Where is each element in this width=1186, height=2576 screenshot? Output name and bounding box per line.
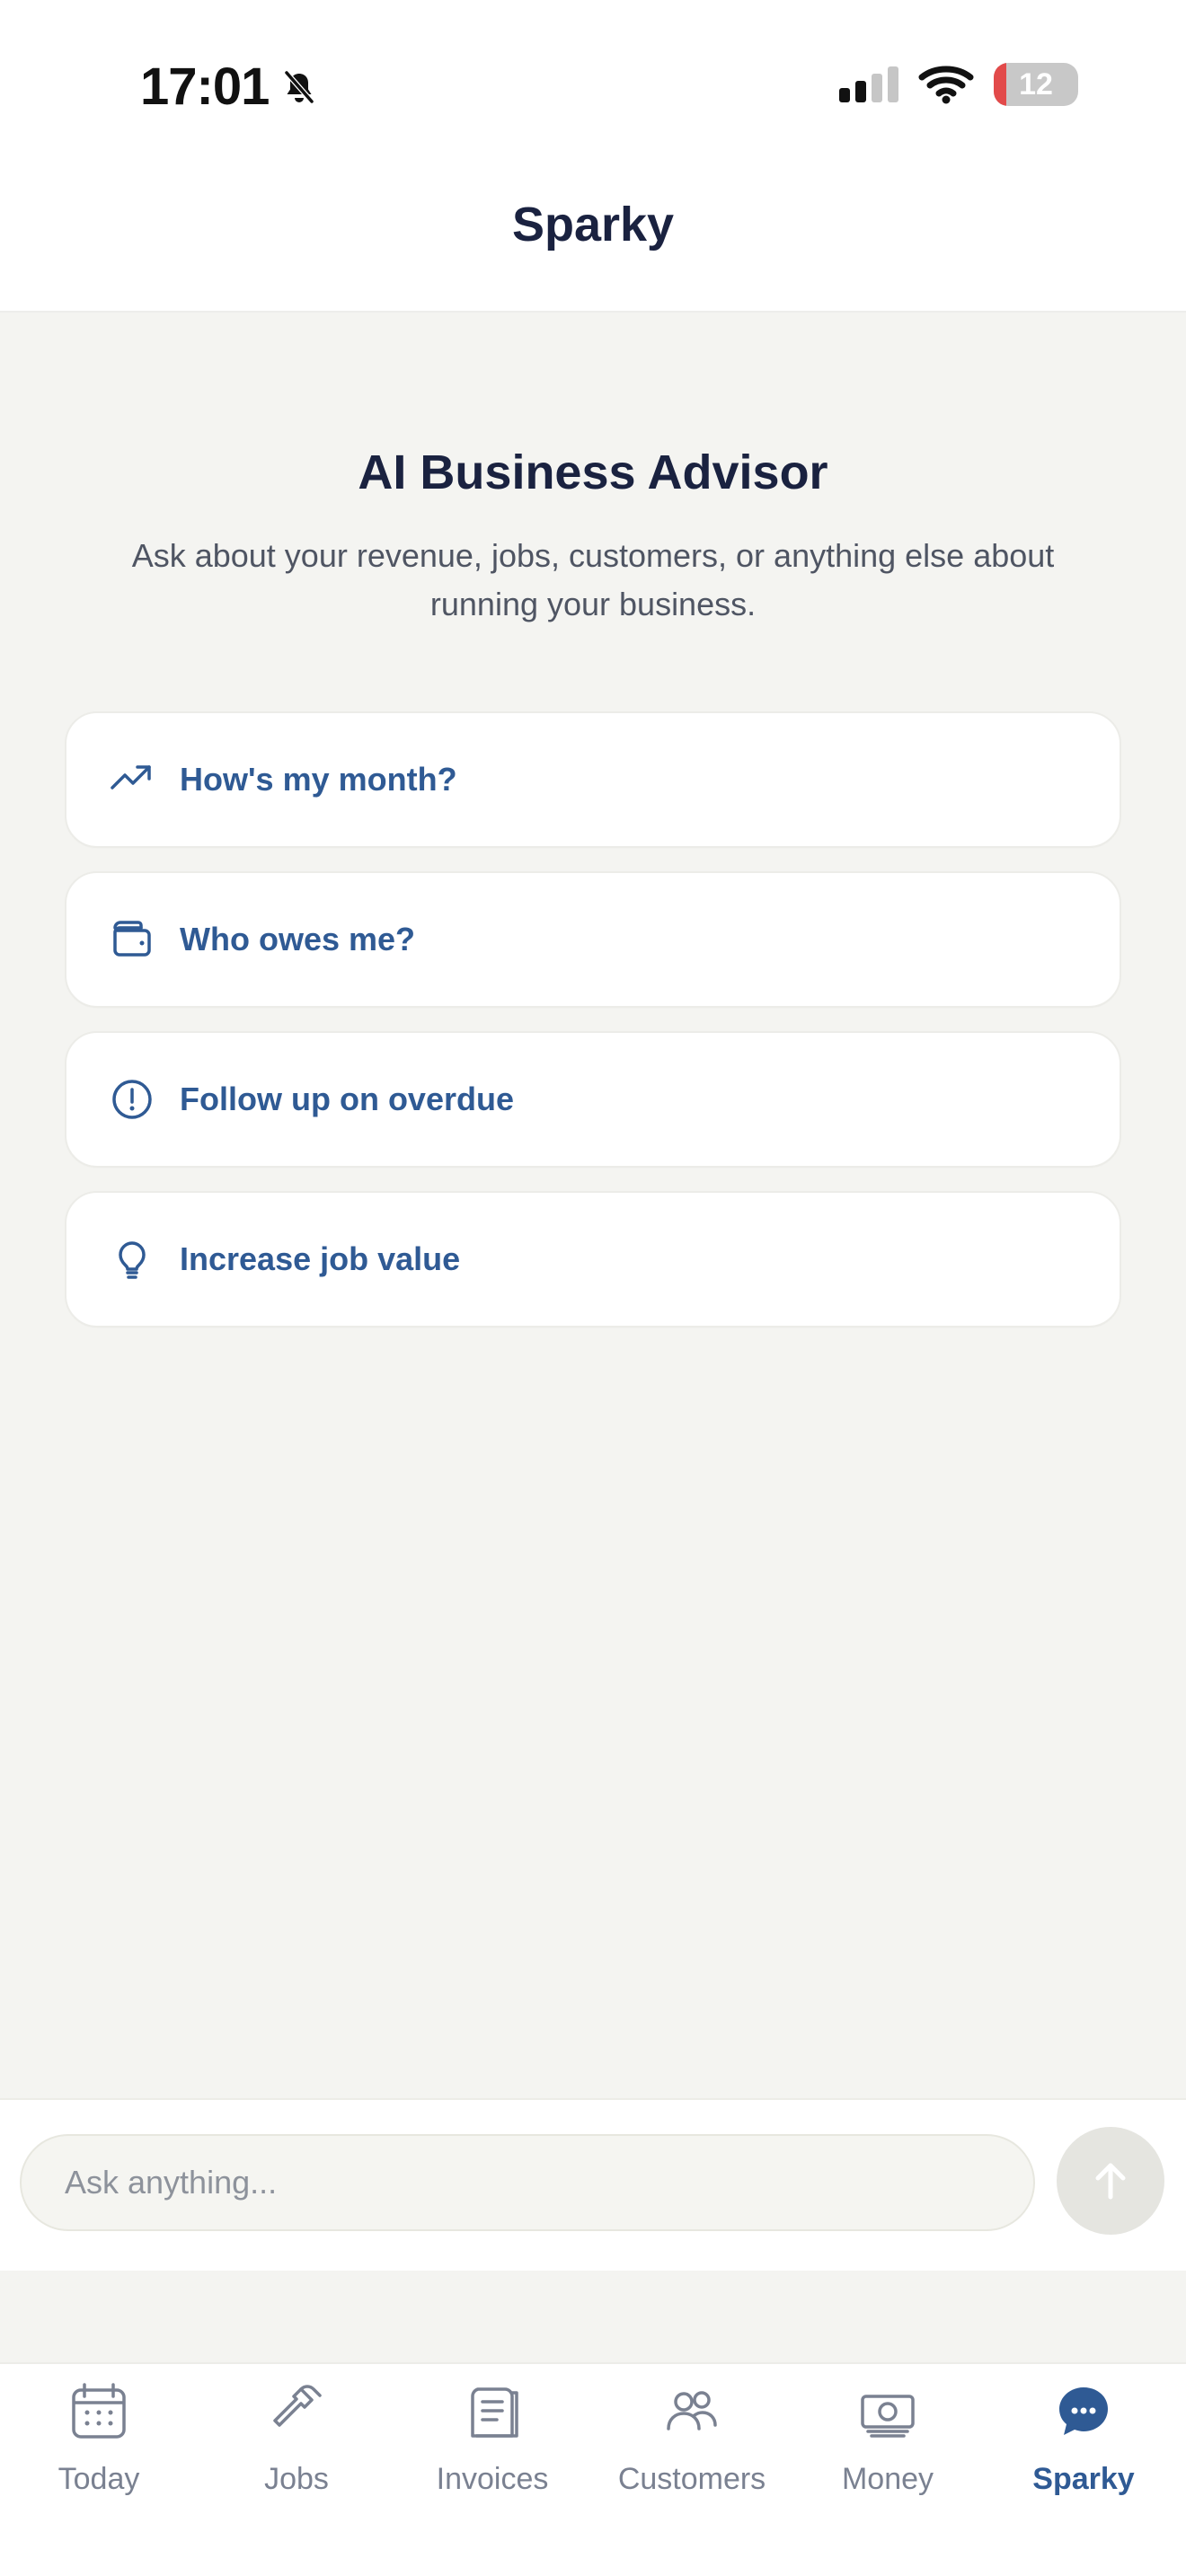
app-screen: 17:01 12 Sparky AI Business Advisor Ask … — [0, 0, 1186, 2576]
screen-header: Sparky — [0, 171, 1186, 313]
arrow-up-icon — [1095, 2163, 1126, 2200]
tab-invoices[interactable]: Invoices — [412, 2380, 573, 2515]
battery-indicator: 12 — [994, 63, 1078, 106]
muted-bell-icon — [284, 70, 315, 104]
tab-money[interactable]: Money — [807, 2380, 969, 2515]
tab-label: Jobs — [264, 2462, 329, 2496]
tab-jobs[interactable]: Jobs — [216, 2380, 377, 2515]
tab-sparky[interactable]: Sparky — [1003, 2380, 1164, 2515]
message-composer — [0, 2098, 1186, 2271]
tab-today[interactable]: Today — [18, 2380, 180, 2515]
alert-circle-icon — [112, 1080, 152, 1119]
status-icons: 12 — [839, 63, 1078, 106]
bottom-tab-bar: Today Jobs Invoices Customers Money Spar… — [0, 2362, 1186, 2576]
hammer-icon — [273, 2385, 322, 2427]
status-bar: 17:01 12 — [0, 0, 1186, 171]
status-time-group: 17:01 — [140, 57, 321, 117]
suggestion-overdue[interactable]: Follow up on overdue — [65, 1031, 1121, 1168]
advisor-title: AI Business Advisor — [358, 446, 828, 499]
cash-icon — [861, 2395, 915, 2438]
tab-customers[interactable]: Customers — [609, 2380, 774, 2515]
tab-label: Money — [841, 2462, 934, 2496]
suggestion-label: Follow up on overdue — [180, 1081, 514, 1117]
suggestion-month[interactable]: How's my month? — [65, 711, 1121, 848]
suggestion-list: How's my month? Who owes me? Follow up o… — [65, 711, 1121, 1328]
battery-level: 12 — [1019, 67, 1053, 101]
advisor-intro: AI Business Advisor Ask about your reven… — [81, 444, 1105, 629]
lightbulb-icon — [119, 1241, 146, 1279]
users-icon — [667, 2391, 717, 2430]
suggestion-label: Increase job value — [180, 1240, 461, 1277]
suggestion-job-value[interactable]: Increase job value — [65, 1191, 1121, 1328]
tab-label: Invoices — [436, 2462, 549, 2496]
message-input[interactable] — [20, 2134, 1035, 2231]
wallet-icon — [113, 921, 151, 957]
tab-label: Sparky — [1032, 2462, 1135, 2496]
wifi-icon — [918, 66, 974, 104]
chat-bubble-icon — [1059, 2387, 1108, 2435]
calendar-icon — [72, 2383, 126, 2439]
suggestion-label: How's my month? — [180, 761, 457, 798]
receipt-icon — [471, 2387, 518, 2438]
tab-label: Today — [58, 2462, 140, 2496]
trend-up-icon — [111, 765, 151, 790]
page-title: Sparky — [511, 198, 675, 251]
signal-icon — [839, 66, 898, 102]
send-button[interactable] — [1057, 2127, 1164, 2235]
suggestion-owes[interactable]: Who owes me? — [65, 871, 1121, 1008]
status-time: 17:01 — [140, 57, 270, 116]
tab-label: Customers — [617, 2462, 766, 2496]
suggestion-label: Who owes me? — [180, 921, 416, 957]
advisor-subtitle: Ask about your revenue, jobs, customers,… — [131, 537, 1055, 622]
